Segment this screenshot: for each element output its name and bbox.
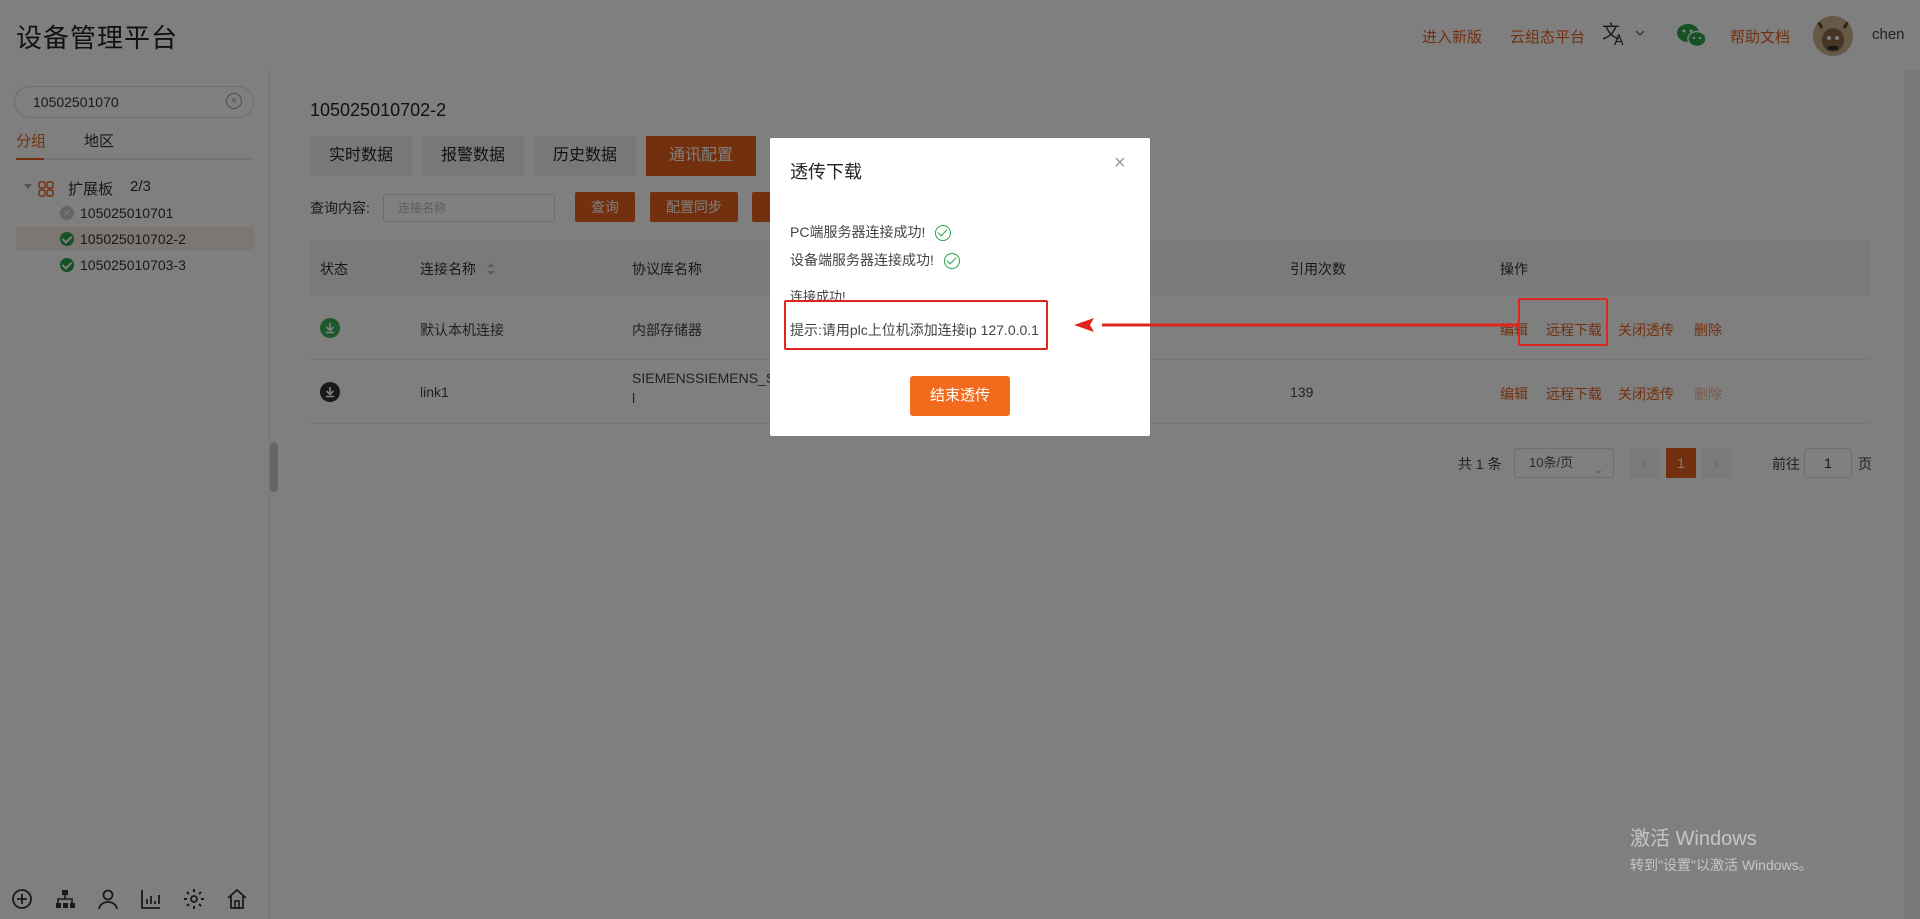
status-message: 设备端服务器连接成功! bbox=[790, 252, 934, 268]
annotation-highlight-box bbox=[784, 300, 1048, 350]
close-icon[interactable]: × bbox=[1114, 152, 1126, 175]
watermark-line-1: 激活 Windows bbox=[1630, 828, 1757, 850]
check-circle-icon bbox=[943, 253, 960, 270]
passthrough-download-dialog: 透传下载 × PC端服务器连接成功! 设备端服务器连接成功! 连接成功! 提示:… bbox=[770, 138, 1150, 436]
annotation-highlight-box bbox=[1518, 298, 1608, 346]
dialog-title: 透传下载 bbox=[790, 162, 862, 182]
pc-server-status: PC端服务器连接成功! bbox=[790, 222, 952, 242]
annotation-arrow-icon bbox=[1074, 318, 1520, 332]
watermark-line-2: 转到"设置"以激活 Windows。 bbox=[1630, 857, 1813, 873]
check-circle-icon bbox=[935, 225, 952, 242]
windows-activation-watermark: 激活 Windows 转到"设置"以激活 Windows。 bbox=[1630, 822, 1813, 875]
status-message: PC端服务器连接成功! bbox=[790, 224, 926, 240]
device-server-status: 设备端服务器连接成功! bbox=[790, 250, 960, 270]
end-passthrough-button[interactable]: 结束透传 bbox=[910, 376, 1010, 416]
